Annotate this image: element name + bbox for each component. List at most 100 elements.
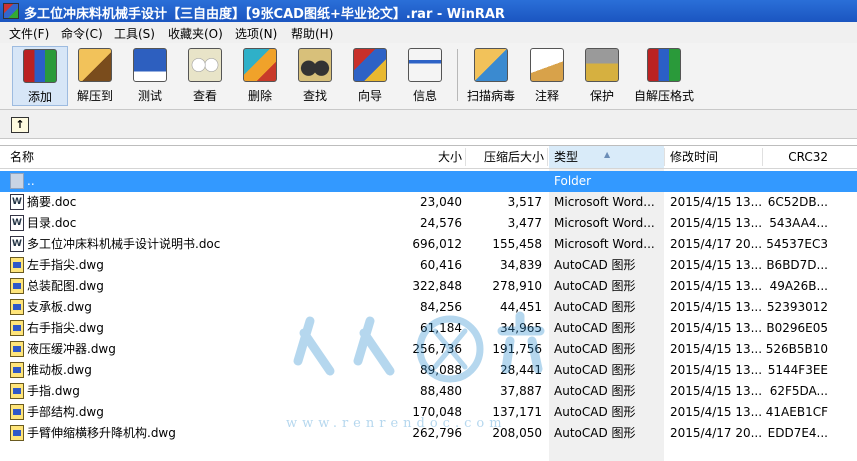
file-name: 右手指尖.dwg (27, 321, 104, 335)
add-button[interactable]: 添加 (12, 46, 68, 106)
file-modified: 2015/4/15 13... (670, 300, 763, 314)
table-row[interactable]: 推动板.dwg 89,088 28,441 AutoCAD 图形 2015/4/15 1… (0, 360, 857, 381)
column-type-label: 类型 (554, 150, 579, 164)
sfx-label: 自解压格式 (633, 89, 694, 103)
delete-recycle-icon (243, 48, 277, 82)
file-crc: B0296E05 (766, 321, 828, 335)
protect-shield-icon (585, 48, 619, 82)
sfx-archive-icon (647, 48, 681, 82)
comment-button[interactable]: 注释 (519, 46, 575, 106)
autocad-file-icon (10, 257, 24, 273)
toolbar-separator (457, 49, 458, 101)
file-crc: 54537EC3 (766, 237, 828, 251)
parent-folder-row[interactable]: .. Folder (0, 171, 857, 192)
virus-scan-button[interactable]: 扫描病毒 (462, 46, 520, 106)
file-modified: 2015/4/15 13... (670, 342, 763, 356)
autocad-file-icon (10, 362, 24, 378)
title-bar: 多工位冲床料机械手设计【三自由度】【9张CAD图纸+毕业论文】.rar - Wi… (0, 0, 857, 22)
file-name: 手臂伸缩横移升降机构.dwg (27, 426, 176, 440)
autocad-file-icon (10, 278, 24, 294)
file-crc: 543AA4... (769, 216, 828, 230)
file-packed-size: 28,441 (500, 363, 542, 377)
test-check-icon (133, 48, 167, 82)
watermark-url: www.renrendoc.com (286, 416, 507, 431)
table-row[interactable]: 右手指尖.dwg 61,184 34,965 AutoCAD 图形 2015/4/15 … (0, 318, 857, 339)
file-type: AutoCAD 图形 (554, 300, 636, 314)
menu-tools[interactable]: 工具(S) (114, 25, 155, 42)
autocad-file-icon (10, 383, 24, 399)
test-button[interactable]: 测试 (122, 46, 178, 106)
test-label: 测试 (137, 89, 162, 103)
menu-file[interactable]: 文件(F) (9, 25, 49, 42)
autocad-file-icon (10, 425, 24, 441)
file-type: Microsoft Word... (554, 216, 655, 230)
file-modified: 2015/4/15 13... (670, 216, 763, 230)
delete-button[interactable]: 删除 (232, 46, 288, 106)
file-size: 23,040 (420, 195, 462, 209)
table-row[interactable]: 目录.doc 24,576 3,477 Microsoft Word... 2015/4… (0, 213, 857, 234)
file-name: 左手指尖.dwg (27, 258, 104, 272)
file-packed-size: 3,517 (507, 195, 542, 209)
file-name: 支承板.dwg (27, 300, 92, 314)
column-crc[interactable]: CRC32 (765, 146, 828, 168)
file-name: 多工位冲床料机械手设计说明书.doc (27, 237, 221, 251)
wizard-button[interactable]: 向导 (342, 46, 398, 106)
column-divider[interactable] (664, 148, 665, 166)
extract-button[interactable]: 解压到 (67, 46, 123, 106)
file-crc: 6C52DB... (767, 195, 828, 209)
autocad-file-icon (10, 341, 24, 357)
virus-scan-icon (474, 48, 508, 82)
protect-button[interactable]: 保护 (574, 46, 630, 106)
file-modified: 2015/4/17 20... (670, 426, 763, 440)
menu-favorites[interactable]: 收藏夹(O) (168, 25, 223, 42)
file-type: AutoCAD 图形 (554, 405, 636, 419)
table-row[interactable]: 多工位冲床料机械手设计说明书.doc 696,012 155,458 Microsof… (0, 234, 857, 255)
table-row[interactable]: 左手指尖.dwg 60,416 34,839 AutoCAD 图形 2015/4/15 … (0, 255, 857, 276)
file-packed-size: 37,887 (500, 384, 542, 398)
column-name[interactable]: 名称 (10, 146, 34, 168)
sfx-button[interactable]: 自解压格式 (631, 46, 697, 106)
file-crc: B6BD7D... (766, 258, 828, 272)
toolbar: 添加 解压到 测试 查看 删除 查找 向导 信息 扫描病毒 注释 保护 自解压格… (0, 43, 857, 110)
file-packed-size: 191,756 (492, 342, 542, 356)
file-crc: EDD7E4... (767, 426, 828, 440)
column-divider[interactable] (762, 148, 763, 166)
table-row[interactable]: 总装配图.dwg 322,848 278,910 AutoCAD 图形 2015/4/1… (0, 276, 857, 297)
extract-folder-icon (78, 48, 112, 82)
file-modified: 2015/4/17 20... (670, 237, 763, 251)
column-packed[interactable]: 压缩后大小 (468, 146, 544, 168)
menu-help[interactable]: 帮助(H) (291, 25, 333, 42)
file-packed-size: 34,965 (500, 321, 542, 335)
file-type: AutoCAD 图形 (554, 342, 636, 356)
word-document-icon (10, 213, 24, 234)
file-modified: 2015/4/15 13... (670, 258, 763, 272)
column-modified[interactable]: 修改时间 (670, 146, 718, 168)
file-name: 摘要.doc (27, 195, 77, 209)
column-divider[interactable] (465, 148, 466, 166)
table-row[interactable]: 手指.dwg 88,480 37,887 AutoCAD 图形 2015/4/15 13… (0, 381, 857, 402)
find-button[interactable]: 查找 (287, 46, 343, 106)
column-size[interactable]: 大小 (400, 146, 462, 168)
menu-options[interactable]: 选项(N) (235, 25, 277, 42)
file-type: AutoCAD 图形 (554, 363, 636, 377)
file-name: .. (27, 174, 35, 188)
word-document-icon (10, 192, 24, 213)
view-button[interactable]: 查看 (177, 46, 233, 106)
menu-command[interactable]: 命令(C) (61, 25, 103, 42)
table-row[interactable]: 支承板.dwg 84,256 44,451 AutoCAD 图形 2015/4/15 1… (0, 297, 857, 318)
winrar-icon[interactable] (3, 3, 19, 19)
add-archive-icon (23, 49, 57, 83)
column-divider[interactable] (547, 148, 548, 166)
table-row[interactable]: 摘要.doc 23,040 3,517 Microsoft Word... 2015/4… (0, 192, 857, 213)
file-modified: 2015/4/15 13... (670, 363, 763, 377)
info-button[interactable]: 信息 (397, 46, 453, 106)
file-size: 88,480 (420, 384, 462, 398)
column-type[interactable]: 类型 ▲ (549, 146, 664, 168)
file-modified: 2015/4/15 13... (670, 405, 763, 419)
up-folder-icon[interactable]: ↑ (11, 117, 29, 133)
window-title: 多工位冲床料机械手设计【三自由度】【9张CAD图纸+毕业论文】.rar - Wi… (24, 7, 505, 22)
table-row[interactable]: 液压缓冲器.dwg 256,736 191,756 AutoCAD 图形 2015/4/… (0, 339, 857, 360)
file-packed-size: 3,477 (507, 216, 542, 230)
file-size: 256,736 (412, 342, 462, 356)
file-type: AutoCAD 图形 (554, 384, 636, 398)
